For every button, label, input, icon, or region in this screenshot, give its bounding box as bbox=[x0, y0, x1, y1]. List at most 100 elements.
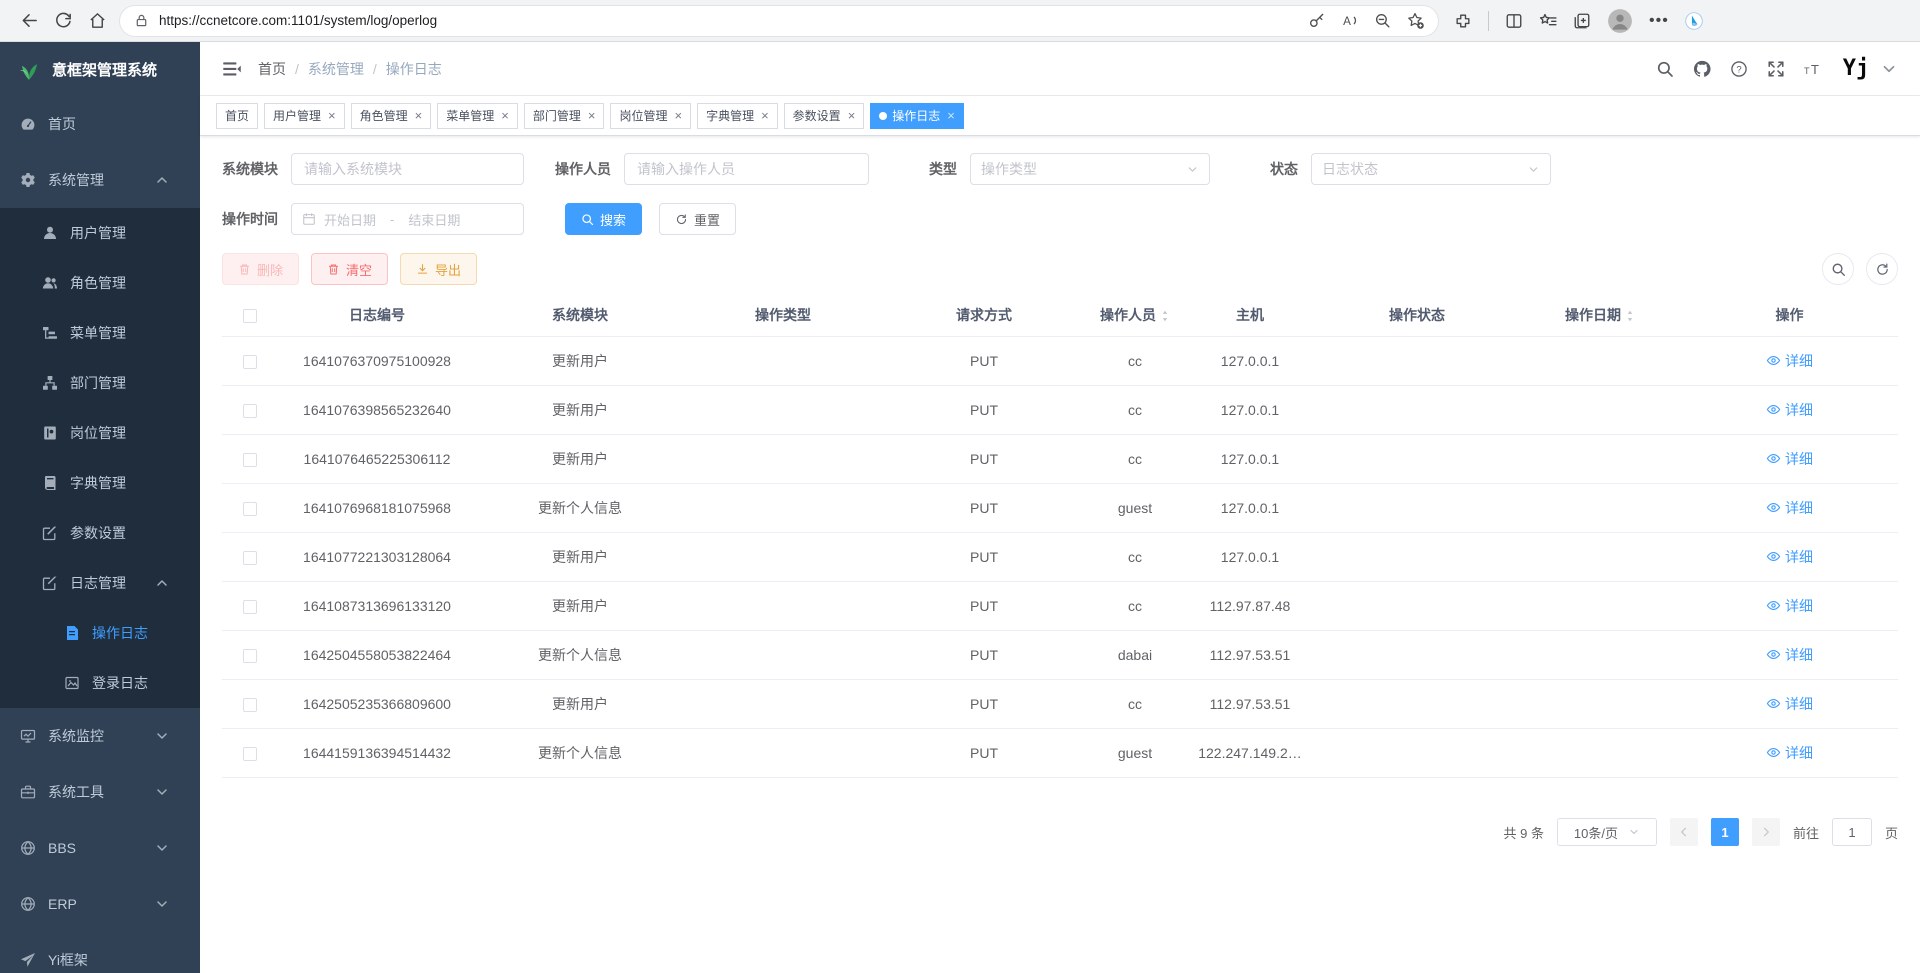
github-icon[interactable] bbox=[1693, 60, 1711, 78]
close-icon[interactable]: × bbox=[415, 109, 423, 122]
sidebar-item-sys-monitor[interactable]: 系统监控 bbox=[0, 708, 200, 764]
next-page-button[interactable] bbox=[1752, 818, 1780, 846]
browser-back-button[interactable] bbox=[12, 4, 46, 38]
avatar-caret-down-icon[interactable] bbox=[1880, 60, 1898, 78]
module-input[interactable] bbox=[291, 153, 524, 185]
clear-button[interactable]: 清空 bbox=[311, 253, 388, 285]
sidebar-item-system-mgmt[interactable]: 系统管理 bbox=[0, 152, 200, 208]
close-icon[interactable]: × bbox=[674, 109, 682, 122]
tab-user-mgmt[interactable]: 用户管理× bbox=[264, 103, 345, 129]
url-text[interactable]: https://ccnetcore.com:1101/system/log/op… bbox=[159, 13, 1298, 28]
password-key-icon[interactable] bbox=[1308, 12, 1325, 29]
collections-icon[interactable] bbox=[1573, 12, 1591, 30]
detail-link[interactable]: 详细 bbox=[1766, 449, 1813, 469]
close-icon[interactable]: × bbox=[947, 109, 955, 122]
column-header-date[interactable]: 操作日期 bbox=[1519, 305, 1681, 325]
close-icon[interactable]: × bbox=[588, 109, 596, 122]
status-select[interactable]: 日志状态 bbox=[1311, 153, 1551, 185]
detail-link[interactable]: 详细 bbox=[1766, 351, 1813, 371]
goto-page-input[interactable] bbox=[1832, 818, 1872, 846]
read-aloud-icon[interactable]: A bbox=[1341, 12, 1358, 29]
sidebar-item-bbs[interactable]: BBS bbox=[0, 820, 200, 876]
tab-home[interactable]: 首页 bbox=[216, 103, 258, 129]
sidebar-item-role-mgmt[interactable]: 角色管理 bbox=[0, 258, 200, 308]
row-checkbox[interactable] bbox=[243, 551, 257, 565]
row-checkbox[interactable] bbox=[243, 502, 257, 516]
close-icon[interactable]: × bbox=[328, 109, 336, 122]
tab-post-mgmt[interactable]: 岗位管理× bbox=[610, 103, 691, 129]
address-bar[interactable]: https://ccnetcore.com:1101/system/log/op… bbox=[120, 6, 1438, 36]
user-avatar-logo[interactable]: Yj bbox=[1841, 54, 1871, 84]
page-size-select[interactable]: 10条/页 bbox=[1557, 818, 1657, 846]
detail-link[interactable]: 详细 bbox=[1766, 645, 1813, 665]
reset-button[interactable]: 重置 bbox=[659, 203, 736, 235]
browser-home-button[interactable] bbox=[80, 4, 114, 38]
split-screen-icon[interactable] bbox=[1505, 12, 1523, 30]
header-search-icon[interactable] bbox=[1656, 60, 1674, 78]
sidebar-item-dept-mgmt[interactable]: 部门管理 bbox=[0, 358, 200, 408]
tab-oper-log[interactable]: 操作日志× bbox=[870, 103, 964, 129]
detail-link[interactable]: 详细 bbox=[1766, 596, 1813, 616]
extensions-icon[interactable] bbox=[1454, 12, 1472, 30]
browser-refresh-button[interactable] bbox=[46, 4, 80, 38]
row-checkbox[interactable] bbox=[243, 600, 257, 614]
help-icon[interactable]: ? bbox=[1730, 60, 1748, 78]
refresh-table-button[interactable] bbox=[1866, 253, 1898, 285]
app-logo[interactable]: 意框架管理系统 bbox=[0, 42, 200, 96]
detail-link[interactable]: 详细 bbox=[1766, 694, 1813, 714]
sidebar-item-menu-mgmt[interactable]: 菜单管理 bbox=[0, 308, 200, 358]
sort-icon[interactable] bbox=[1625, 309, 1635, 323]
detail-link[interactable]: 详细 bbox=[1766, 547, 1813, 567]
sidebar-item-home[interactable]: 首页 bbox=[0, 96, 200, 152]
detail-link[interactable]: 详细 bbox=[1766, 498, 1813, 518]
page-number-1[interactable]: 1 bbox=[1711, 818, 1739, 846]
favorites-bar-icon[interactable] bbox=[1539, 12, 1557, 30]
date-range-picker[interactable]: 开始日期 - 结束日期 bbox=[291, 203, 524, 235]
bing-chat-icon[interactable] bbox=[1685, 12, 1703, 30]
detail-link[interactable]: 详细 bbox=[1766, 400, 1813, 420]
type-select[interactable]: 操作类型 bbox=[970, 153, 1210, 185]
tab-role-mgmt[interactable]: 角色管理× bbox=[351, 103, 432, 129]
row-checkbox[interactable] bbox=[243, 453, 257, 467]
sidebar-item-post-mgmt[interactable]: 岗位管理 bbox=[0, 408, 200, 458]
sidebar-item-sys-tools[interactable]: 系统工具 bbox=[0, 764, 200, 820]
text-size-icon[interactable]: TT bbox=[1804, 60, 1822, 78]
close-icon[interactable]: × bbox=[848, 109, 856, 122]
tab-dept-mgmt[interactable]: 部门管理× bbox=[524, 103, 605, 129]
close-icon[interactable]: × bbox=[761, 109, 769, 122]
row-checkbox[interactable] bbox=[243, 698, 257, 712]
sidebar-item-user-mgmt[interactable]: 用户管理 bbox=[0, 208, 200, 258]
sidebar-item-oper-log[interactable]: 操作日志 bbox=[0, 608, 200, 658]
fullscreen-icon[interactable] bbox=[1767, 60, 1785, 78]
delete-button[interactable]: 删除 bbox=[222, 253, 299, 285]
row-checkbox[interactable] bbox=[243, 355, 257, 369]
select-all-checkbox[interactable] bbox=[243, 309, 257, 323]
column-header-operator[interactable]: 操作人员 bbox=[1085, 305, 1185, 325]
favorite-star-add-icon[interactable] bbox=[1407, 12, 1424, 29]
operator-input[interactable] bbox=[624, 153, 869, 185]
sidebar-item-yi-framework[interactable]: Yi框架 bbox=[0, 932, 200, 973]
tab-menu-mgmt[interactable]: 菜单管理× bbox=[437, 103, 518, 129]
sidebar-item-log-mgmt[interactable]: 日志管理 bbox=[0, 558, 200, 608]
row-checkbox[interactable] bbox=[243, 747, 257, 761]
zoom-out-icon[interactable] bbox=[1374, 12, 1391, 29]
breadcrumb-system[interactable]: 系统管理 bbox=[308, 59, 364, 79]
detail-link[interactable]: 详细 bbox=[1766, 743, 1813, 763]
breadcrumb-home[interactable]: 首页 bbox=[258, 59, 286, 79]
profile-avatar[interactable] bbox=[1607, 8, 1633, 34]
tab-param-settings[interactable]: 参数设置× bbox=[784, 103, 865, 129]
tab-dict-mgmt[interactable]: 字典管理× bbox=[697, 103, 778, 129]
sidebar-item-param-settings[interactable]: 参数设置 bbox=[0, 508, 200, 558]
prev-page-button[interactable] bbox=[1670, 818, 1698, 846]
toggle-search-button[interactable] bbox=[1822, 253, 1854, 285]
close-icon[interactable]: × bbox=[501, 109, 509, 122]
sidebar-item-erp[interactable]: ERP bbox=[0, 876, 200, 932]
more-menu-icon[interactable]: ••• bbox=[1649, 12, 1669, 30]
search-button[interactable]: 搜索 bbox=[565, 203, 642, 235]
collapse-sidebar-icon[interactable] bbox=[222, 59, 242, 79]
export-button[interactable]: 导出 bbox=[400, 253, 477, 285]
sidebar-item-login-log[interactable]: 登录日志 bbox=[0, 658, 200, 708]
row-checkbox[interactable] bbox=[243, 404, 257, 418]
sort-icon[interactable] bbox=[1160, 309, 1170, 323]
row-checkbox[interactable] bbox=[243, 649, 257, 663]
